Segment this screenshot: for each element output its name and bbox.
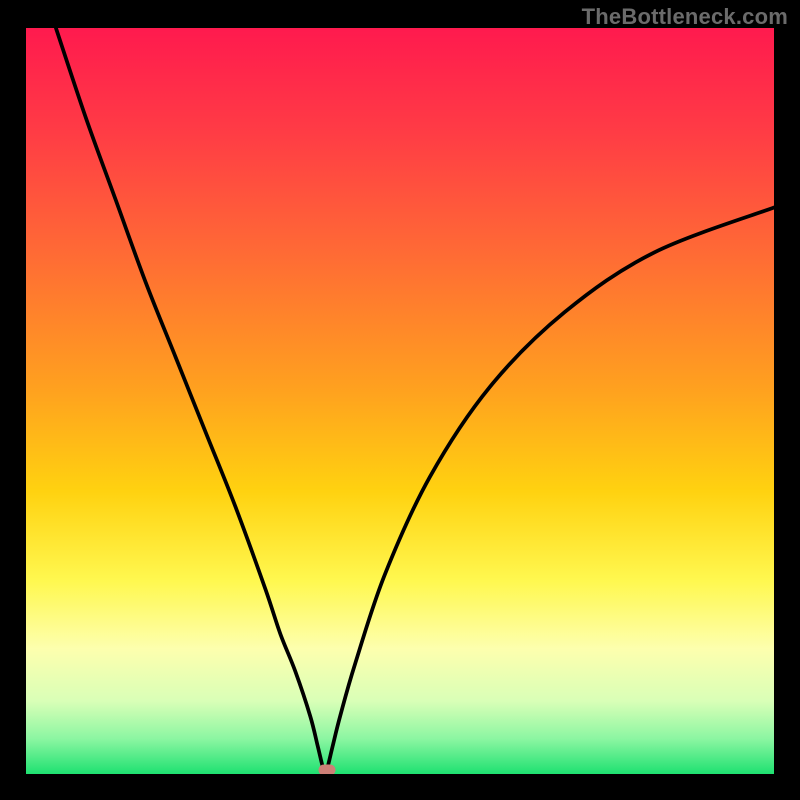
chart-frame: TheBottleneck.com [0, 0, 800, 800]
plot-area [26, 28, 774, 774]
bottleneck-curve [26, 28, 774, 774]
bottleneck-marker [318, 765, 335, 774]
watermark-text: TheBottleneck.com [582, 4, 788, 30]
